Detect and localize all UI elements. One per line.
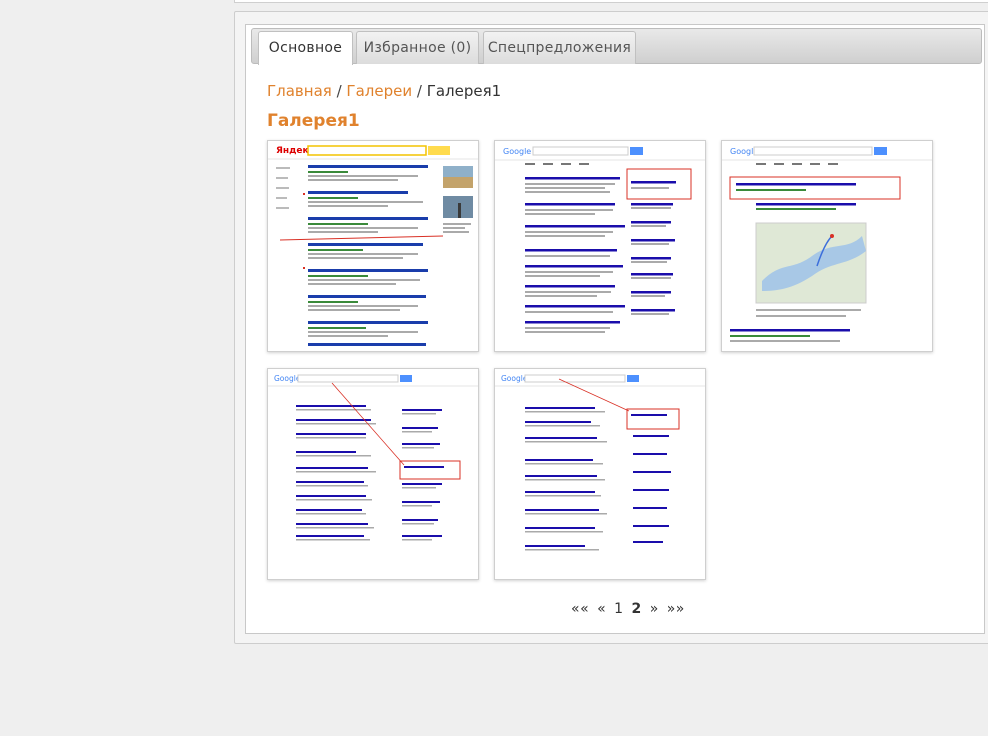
gallery-thumbnail-3[interactable]: Google (721, 140, 933, 352)
tab-special-offers[interactable]: Спецпредложения (483, 31, 636, 64)
pagination-first[interactable]: «« (571, 601, 589, 617)
gallery-thumbnail-5[interactable]: Google (494, 368, 706, 580)
svg-text:Google: Google (501, 374, 528, 383)
gallery-thumbnail-4[interactable]: Google (267, 368, 479, 580)
breadcrumb-home[interactable]: Главная (267, 82, 332, 100)
tab-favorites[interactable]: Избранное (0) (356, 31, 479, 64)
breadcrumb-separator: / (416, 82, 422, 100)
content-panel: Основное Избранное (0) Спецпредложения Г… (234, 11, 988, 644)
pagination-page-1[interactable]: 1 (614, 601, 623, 617)
breadcrumb-separator: / (336, 82, 342, 100)
breadcrumb-current: Галерея1 (426, 82, 502, 100)
breadcrumb: Главная / Галереи / Галерея1 (267, 82, 501, 100)
google-search-screenshot-1: Google (495, 141, 705, 351)
google-search-screenshot-2: Google (722, 141, 932, 351)
content-inner: Основное Избранное (0) Спецпредложения Г… (245, 24, 985, 634)
google-search-screenshot-3: Google (268, 369, 478, 579)
pagination-last[interactable]: »» (667, 601, 685, 617)
pagination-page-2-current: 2 (631, 601, 642, 617)
gallery-thumbnail-2[interactable]: Google (494, 140, 706, 352)
top-panel-edge (234, 0, 988, 3)
gallery-thumbnail-1[interactable]: Яндекс (267, 140, 479, 352)
svg-text:Google: Google (274, 374, 301, 383)
pagination-prev[interactable]: « (597, 601, 606, 617)
svg-text:Google: Google (503, 147, 531, 156)
page-title: Галерея1 (267, 111, 360, 131)
tab-main[interactable]: Основное (258, 31, 353, 65)
tab-bar: Основное Избранное (0) Спецпредложения (251, 28, 982, 65)
pagination: «« « 1 2 » »» (571, 601, 688, 617)
breadcrumb-galleries[interactable]: Галереи (346, 82, 412, 100)
google-search-screenshot-4: Google (495, 369, 705, 579)
yandex-search-screenshot: Яндекс (268, 141, 478, 351)
pagination-next[interactable]: » (650, 601, 659, 617)
